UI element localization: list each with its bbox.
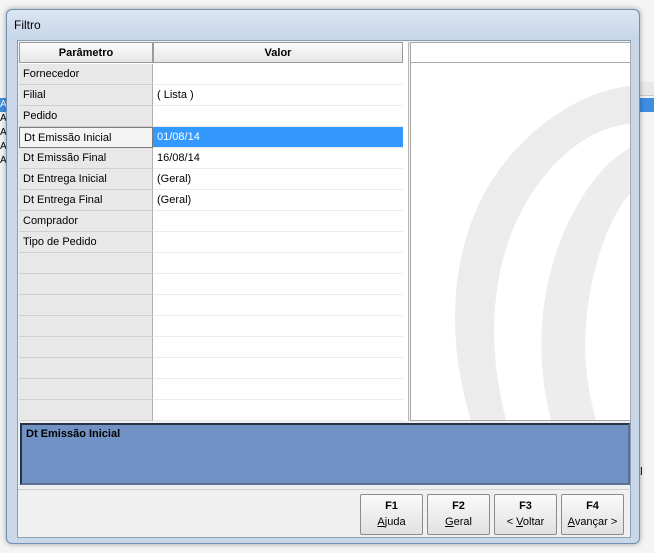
grid-row[interactable]: Dt Emissão Inicial 01/08/14 xyxy=(19,127,409,148)
grid-row[interactable] xyxy=(19,253,409,274)
parameter-value-cell[interactable] xyxy=(153,211,403,232)
parameter-value-cell[interactable] xyxy=(153,400,403,421)
grid-row[interactable] xyxy=(19,358,409,379)
parameter-value-cell[interactable] xyxy=(153,316,403,337)
parameter-name-cell xyxy=(19,358,153,379)
grid-row[interactable] xyxy=(19,274,409,295)
parameter-value-cell[interactable] xyxy=(153,379,403,400)
button-key: F4 xyxy=(586,500,599,512)
grid-row[interactable]: Comprador xyxy=(19,211,409,232)
column-header-valor[interactable]: Valor xyxy=(153,42,403,63)
parameter-value-cell[interactable]: (Geral) xyxy=(153,190,403,211)
parameter-value-cell[interactable] xyxy=(153,295,403,316)
parameter-name-cell: Pedido xyxy=(19,106,153,127)
parameter-value-cell[interactable] xyxy=(153,232,403,253)
parameter-value-cell[interactable]: 01/08/14 xyxy=(153,127,403,148)
button-key: F1 xyxy=(385,500,398,512)
grid-row[interactable] xyxy=(19,316,409,337)
parameter-name-cell xyxy=(19,400,153,421)
parameter-description: Dt Emissão Inicial xyxy=(20,423,630,485)
grid-row[interactable] xyxy=(19,337,409,358)
parameter-name-cell xyxy=(19,253,153,274)
back-button[interactable]: F3 < Voltar xyxy=(494,494,557,535)
button-label: Geral xyxy=(445,516,472,528)
general-button[interactable]: F2 Geral xyxy=(427,494,490,535)
grid-row[interactable] xyxy=(19,379,409,400)
parameter-grid: Parâmetro Valor Fornecedor Filial( Lista … xyxy=(19,42,409,421)
grid-row[interactable]: Dt Entrega Final (Geral) xyxy=(19,190,409,211)
parameter-value-cell[interactable] xyxy=(153,358,403,379)
dialog-title: Filtro xyxy=(14,18,41,32)
parameter-value-cell[interactable]: 16/08/14 xyxy=(153,148,403,169)
button-bar: F1 Ajuda F2 Geral F3 < Voltar F4 Avançar… xyxy=(18,489,632,537)
button-label: Avançar > xyxy=(567,516,618,528)
parameter-name-cell: Dt Entrega Final xyxy=(19,190,153,211)
parameter-name-cell xyxy=(19,337,153,358)
parameter-name-cell xyxy=(19,274,153,295)
button-label: < Voltar xyxy=(506,516,545,528)
parameter-name-cell: Filial xyxy=(19,85,153,106)
parameter-name-cell xyxy=(19,295,153,316)
dialog-titlebar[interactable]: Filtro xyxy=(7,10,639,40)
parameter-name-cell xyxy=(19,379,153,400)
grid-row[interactable]: Tipo de Pedido xyxy=(19,232,409,253)
parameter-name-cell: Comprador xyxy=(19,211,153,232)
parameter-name-cell xyxy=(19,316,153,337)
parameter-name-cell: Dt Emissão Final xyxy=(19,148,153,169)
watermark-logo xyxy=(411,64,630,420)
grid-row[interactable] xyxy=(19,400,409,421)
button-key: F3 xyxy=(519,500,532,512)
button-label: Ajuda xyxy=(377,516,406,528)
parameter-name-cell: Dt Emissão Inicial xyxy=(19,127,153,148)
column-header-parametro[interactable]: Parâmetro xyxy=(19,42,153,63)
parameter-value-cell[interactable] xyxy=(153,64,403,85)
parameter-value-cell[interactable] xyxy=(153,106,403,127)
parameter-value-cell[interactable] xyxy=(153,253,403,274)
parameter-value-cell[interactable] xyxy=(153,337,403,358)
grid-row[interactable]: Fornecedor xyxy=(19,64,409,85)
grid-row[interactable] xyxy=(19,295,409,316)
preview-header xyxy=(411,43,630,63)
parameter-value-cell[interactable]: (Geral) xyxy=(153,169,403,190)
parameter-value-cell[interactable]: ( Lista ) xyxy=(153,85,403,106)
grid-row[interactable]: Dt Emissão Final 16/08/14 xyxy=(19,148,409,169)
dialog-client-area: Parâmetro Valor Fornecedor Filial( Lista … xyxy=(17,40,632,538)
grid-body: Fornecedor Filial( Lista ) Pedido Dt Emissã… xyxy=(19,64,409,421)
preview-panel xyxy=(410,42,631,421)
parameter-name-cell: Tipo de Pedido xyxy=(19,232,153,253)
parameter-value-cell[interactable] xyxy=(153,274,403,295)
help-button[interactable]: F1 Ajuda xyxy=(360,494,423,535)
parameter-name-cell: Fornecedor xyxy=(19,64,153,85)
button-key: F2 xyxy=(452,500,465,512)
grid-row[interactable]: Filial( Lista ) xyxy=(19,85,409,106)
description-title: Dt Emissão Inicial xyxy=(26,428,121,440)
grid-row[interactable]: Pedido xyxy=(19,106,409,127)
parameter-name-cell: Dt Entrega Inicial xyxy=(19,169,153,190)
next-button[interactable]: F4 Avançar > xyxy=(561,494,624,535)
grid-header: Parâmetro Valor xyxy=(19,42,408,63)
grid-row[interactable]: Dt Entrega Inicial (Geral) xyxy=(19,169,409,190)
filter-dialog: Filtro Parâmetro Valor Fornecedor Filial(… xyxy=(6,9,640,544)
